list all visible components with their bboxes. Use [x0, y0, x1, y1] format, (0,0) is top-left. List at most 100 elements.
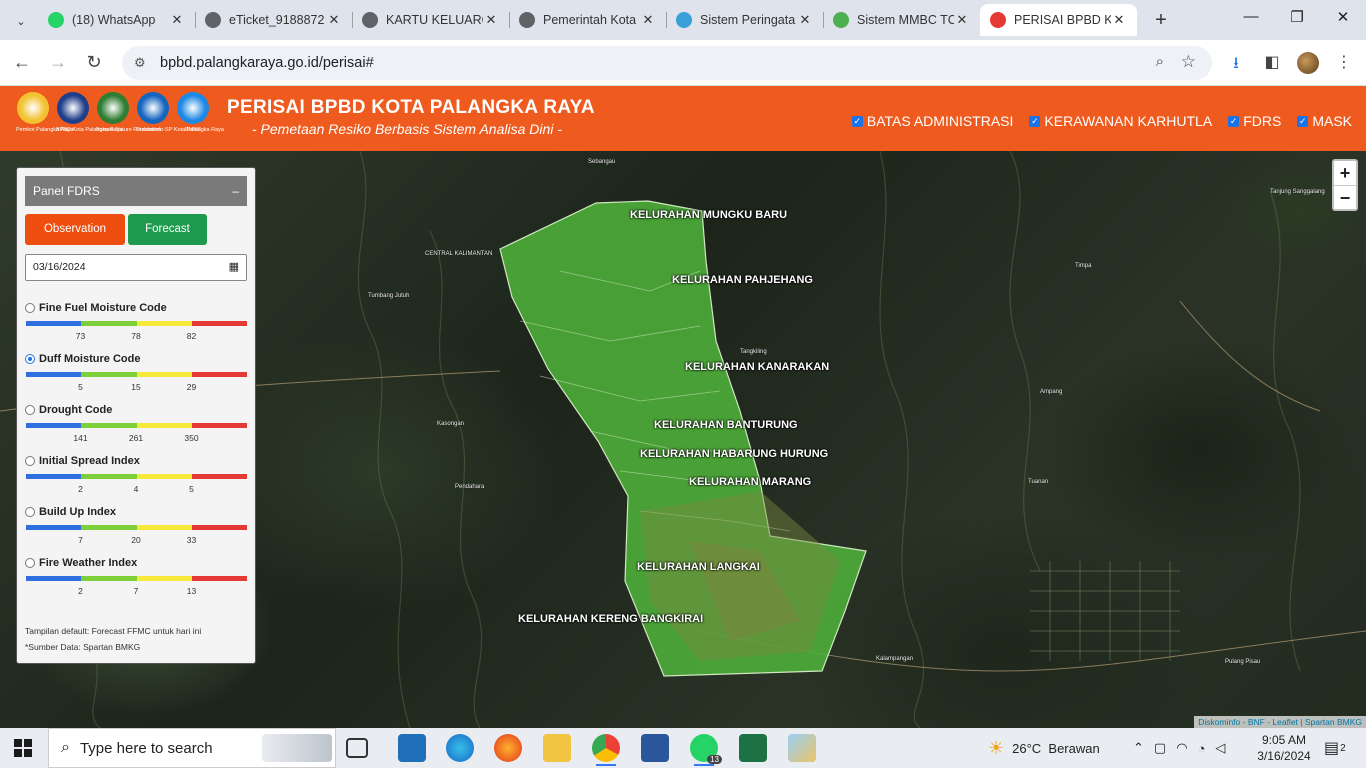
tray-chevron-icon[interactable]: ⌃	[1133, 740, 1144, 756]
task-view-icon[interactable]	[346, 738, 368, 758]
color-scale-bar	[26, 372, 247, 377]
address-bar[interactable]: ⚙ bpbd.palangkaraya.go.id/perisai# ⌕ ☆	[122, 46, 1212, 80]
tab-search-chevron-icon[interactable]: ⌄	[10, 10, 32, 32]
tab-title: eTicket_9188872	[229, 13, 325, 27]
panel-minimize-button[interactable]: –	[232, 176, 239, 206]
mail-icon[interactable]	[398, 734, 426, 762]
browser-tab-4[interactable]: Pemerintah Kota ✕	[509, 4, 666, 36]
index-label-row[interactable]: Duff Moisture Code	[25, 353, 140, 365]
volume-icon[interactable]: ◁	[1215, 740, 1225, 756]
radio-unselected-icon[interactable]	[25, 303, 35, 313]
notification-center[interactable]: ▤ 2	[1324, 728, 1346, 768]
radio-unselected-icon[interactable]	[25, 558, 35, 568]
kelurahan-label[interactable]: KELURAHAN KANARAKAN	[685, 361, 829, 373]
back-arrow-icon[interactable]: ←	[10, 52, 34, 73]
fdrs-index-option[interactable]: Fine Fuel Moisture Code 73 78 82	[25, 300, 247, 351]
download-icon[interactable]: ⭳	[1224, 52, 1248, 74]
kelurahan-label[interactable]: KELURAHAN LANGKAI	[637, 561, 760, 573]
browser-tab-2[interactable]: eTicket_9188872 ✕	[195, 4, 352, 36]
zoom-magnifier-icon[interactable]: ⌕	[1156, 53, 1164, 70]
fdrs-index-option[interactable]: Duff Moisture Code 5 15 29	[25, 351, 247, 402]
fdrs-index-option[interactable]: Fire Weather Index 2 7 13	[25, 555, 247, 606]
paint-icon[interactable]	[788, 734, 816, 762]
bookmark-star-icon[interactable]: ☆	[1181, 52, 1196, 72]
scale-segment	[191, 576, 247, 581]
wifi-icon[interactable]: ◔	[1198, 741, 1206, 756]
weather-widget[interactable]: ☀ 26°C Berawan	[988, 728, 1100, 768]
meet-icon[interactable]: ▢	[1154, 740, 1166, 756]
close-window-icon[interactable]: ✕	[1320, 8, 1366, 26]
layer-toggle[interactable]: ✓ KERAWANAN KARHUTLA	[1029, 113, 1212, 129]
layer-toggle[interactable]: ✓ BATAS ADMINISTRASI	[851, 113, 1013, 129]
forecast-button[interactable]: Forecast	[128, 214, 207, 245]
windows-start-icon[interactable]	[14, 739, 32, 757]
edge-icon[interactable]	[446, 734, 474, 762]
profile-avatar[interactable]	[1297, 52, 1319, 74]
scale-tick-label: 141	[73, 433, 88, 443]
calendar-icon[interactable]: ▦	[229, 255, 239, 280]
layer-toggle[interactable]: ✓ MASK	[1297, 113, 1352, 129]
date-input[interactable]: 03/16/2024 ▦	[25, 254, 247, 281]
checkbox-checked-icon[interactable]: ✓	[851, 115, 863, 127]
browser-tab-1[interactable]: (18) WhatsApp ✕	[38, 4, 195, 36]
browser-tab-3[interactable]: KARTU KELUARG ✕	[352, 4, 509, 36]
kelurahan-label[interactable]: KELURAHAN KERENG BANGKIRAI	[518, 613, 703, 625]
observation-button[interactable]: Observation	[25, 214, 125, 245]
tab-close-icon[interactable]: ✕	[954, 12, 970, 28]
browser-menu-icon[interactable]: ⋮	[1332, 52, 1356, 74]
file-explorer-icon[interactable]	[543, 734, 571, 762]
reload-icon[interactable]: ↻	[82, 52, 106, 73]
checkbox-checked-icon[interactable]: ✓	[1228, 115, 1240, 127]
layer-toggles: ✓ BATAS ADMINISTRASI ✓ KERAWANAN KARHUTLA ✓ F…	[851, 113, 1352, 129]
word-icon[interactable]	[641, 734, 669, 762]
network-icon[interactable]: ◠	[1176, 740, 1187, 756]
scale-segment	[81, 576, 137, 581]
index-label-row[interactable]: Initial Spread Index	[25, 455, 140, 467]
tab-close-icon[interactable]: ✕	[483, 12, 499, 28]
radio-unselected-icon[interactable]	[25, 507, 35, 517]
restore-window-icon[interactable]: ❐	[1274, 8, 1320, 26]
forward-arrow-icon[interactable]: →	[46, 52, 70, 73]
checkbox-checked-icon[interactable]: ✓	[1297, 115, 1309, 127]
fdrs-index-option[interactable]: Drought Code 141 261 350	[25, 402, 247, 453]
kelurahan-label[interactable]: KELURAHAN PAHJEHANG	[672, 274, 813, 286]
layer-toggle[interactable]: ✓ FDRS	[1228, 113, 1281, 129]
map-attribution[interactable]: Diskominfo - BNF - Leaflet | Spartan BMK…	[1194, 716, 1366, 728]
whatsapp-icon[interactable]: 13	[690, 734, 722, 766]
index-label-row[interactable]: Fire Weather Index	[25, 557, 137, 569]
fdrs-index-option[interactable]: Build Up Index 7 20 33	[25, 504, 247, 555]
kelurahan-label[interactable]: KELURAHAN MARANG	[689, 476, 811, 488]
chrome-icon[interactable]	[592, 734, 620, 766]
excel-icon[interactable]	[739, 734, 767, 762]
color-scale-bar	[26, 423, 247, 428]
new-tab-button[interactable]: +	[1150, 9, 1172, 32]
zoom-in-button[interactable]: +	[1334, 161, 1356, 185]
browser-tab-6[interactable]: Sistem MMBC TC ✕	[823, 4, 980, 36]
kelurahan-label[interactable]: KELURAHAN HABARUNG HURUNG	[640, 448, 828, 460]
firefox-icon[interactable]	[494, 734, 522, 762]
browser-tab-5[interactable]: Sistem Peringata ✕	[666, 4, 823, 36]
radio-unselected-icon[interactable]	[25, 456, 35, 466]
url-text[interactable]: bpbd.palangkaraya.go.id/perisai#	[160, 55, 374, 71]
tab-close-icon[interactable]: ✕	[640, 12, 656, 28]
side-panel-icon[interactable]: ◧	[1260, 52, 1284, 74]
clock[interactable]: 9:05 AM 3/16/2024	[1254, 728, 1314, 768]
palangka-raya-boundary[interactable]	[499, 200, 867, 677]
tab-close-icon[interactable]: ✕	[326, 12, 342, 28]
index-label-row[interactable]: Drought Code	[25, 404, 112, 416]
zoom-out-button[interactable]: −	[1334, 185, 1356, 209]
radio-unselected-icon[interactable]	[25, 405, 35, 415]
site-info-icon[interactable]: ⚙	[134, 55, 150, 71]
tab-close-icon[interactable]: ✕	[169, 12, 185, 28]
radio-selected-icon[interactable]	[25, 354, 35, 364]
checkbox-checked-icon[interactable]: ✓	[1029, 115, 1041, 127]
index-label-row[interactable]: Fine Fuel Moisture Code	[25, 302, 167, 314]
kelurahan-label[interactable]: KELURAHAN BANTURUNG	[654, 419, 798, 431]
tab-close-icon[interactable]: ✕	[1111, 12, 1127, 28]
index-label-row[interactable]: Build Up Index	[25, 506, 116, 518]
browser-tab-7[interactable]: PERISAI BPBD Ko ✕	[980, 4, 1137, 36]
kelurahan-label[interactable]: KELURAHAN MUNGKU BARU	[630, 209, 787, 221]
minimize-window-icon[interactable]: —	[1228, 8, 1274, 25]
fdrs-index-option[interactable]: Initial Spread Index 2 4 5	[25, 453, 247, 504]
tab-close-icon[interactable]: ✕	[797, 12, 813, 28]
